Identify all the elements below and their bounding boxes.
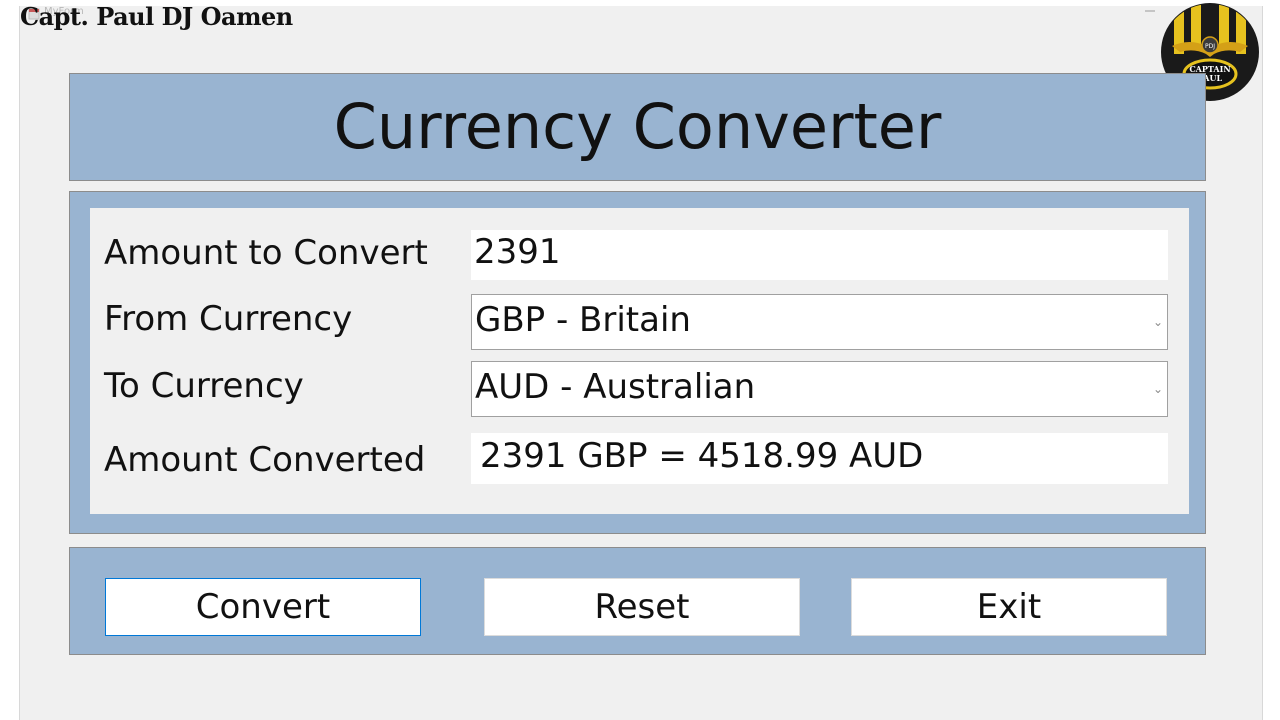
- exit-button[interactable]: Exit: [851, 578, 1167, 636]
- from-currency-value: GBP - Britain: [475, 300, 691, 340]
- amount-converted-label: Amount Converted: [104, 440, 426, 480]
- app-window: MyForm Capt. Paul DJ Oamen PDJ CAPTAIN P…: [0, 0, 1280, 720]
- from-currency-label: From Currency: [104, 299, 353, 339]
- convert-button[interactable]: Convert: [105, 578, 421, 636]
- amount-input[interactable]: 2391: [471, 230, 1168, 280]
- from-currency-select[interactable]: GBP - Britain ⌄: [471, 294, 1168, 350]
- to-currency-value: AUD - Australian: [475, 367, 756, 407]
- to-currency-select[interactable]: AUD - Australian ⌄: [471, 361, 1168, 417]
- amount-converted-value: 2391 GBP = 4518.99 AUD: [480, 436, 924, 476]
- logo-top-text: PDJ: [1205, 43, 1215, 50]
- amount-converted-output[interactable]: 2391 GBP = 4518.99 AUD: [471, 433, 1168, 484]
- minimize-icon[interactable]: [1140, 4, 1160, 18]
- chevron-down-icon[interactable]: ⌄: [1153, 315, 1163, 329]
- title-panel: Currency Converter: [69, 73, 1206, 181]
- amount-input-value: 2391: [474, 232, 561, 272]
- channel-watermark: Capt. Paul DJ Oamen: [20, 2, 293, 31]
- chevron-down-icon[interactable]: ⌄: [1153, 382, 1163, 396]
- reset-button[interactable]: Reset: [484, 578, 800, 636]
- page-title: Currency Converter: [333, 90, 942, 163]
- amount-label: Amount to Convert: [104, 233, 428, 273]
- to-currency-label: To Currency: [104, 366, 304, 406]
